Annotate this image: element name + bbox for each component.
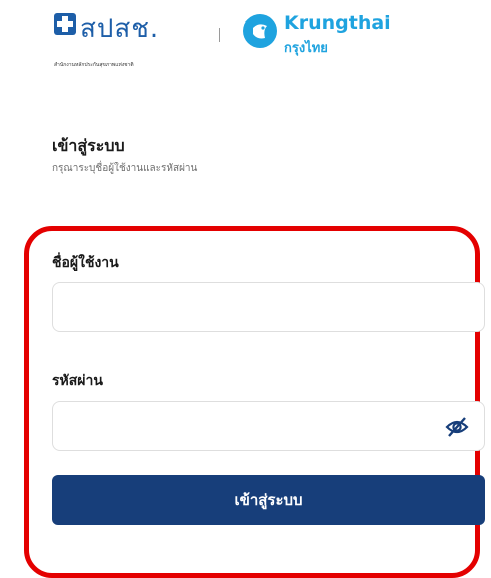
nhso-logo-text: สปสช.	[80, 14, 160, 44]
nhso-logo-subtitle: สำนักงานหลักประกันสุขภาพแห่งชาติ	[54, 62, 134, 68]
eye-slash-icon[interactable]	[443, 413, 471, 441]
krungthai-bird-icon	[243, 14, 277, 48]
login-subtitle: กรุณาระบุชื่อผู้ใช้งานและรหัสผ่าน	[52, 163, 198, 174]
logo-divider	[219, 28, 220, 42]
username-label: ชื่อผู้ใช้งาน	[52, 255, 119, 271]
username-input[interactable]	[52, 282, 485, 332]
password-label: รหัสผ่าน	[52, 373, 103, 389]
password-input[interactable]	[52, 401, 485, 451]
login-title: เข้าสู่ระบบ	[52, 136, 125, 155]
logo-bar: สปสช. สำนักงานหลักประกันสุขภาพแห่งชาติ K…	[54, 4, 484, 68]
krungthai-logo-thai-text: กรุงไทย	[284, 41, 328, 56]
krungthai-logo-text: Krungthai	[284, 12, 391, 34]
login-button[interactable]: เข้าสู่ระบบ	[52, 475, 485, 525]
nhso-cross-icon	[54, 13, 76, 35]
